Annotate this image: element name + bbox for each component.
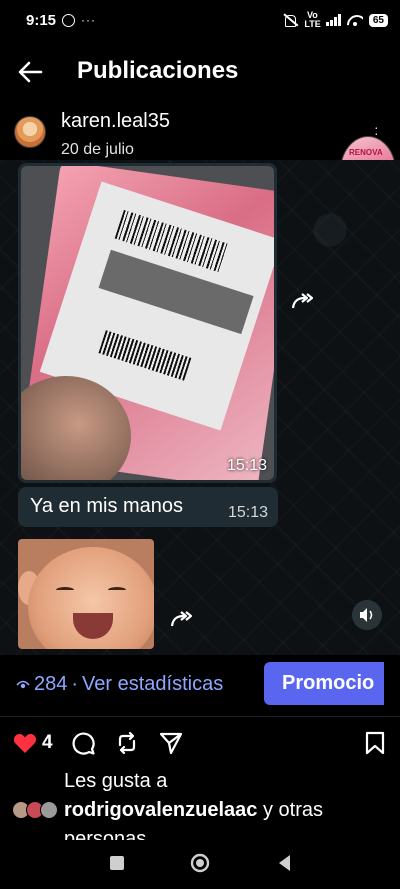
more-options-icon[interactable]: · · bbox=[374, 120, 379, 140]
comment-icon[interactable] bbox=[70, 730, 96, 756]
status-time: 9:15 bbox=[26, 11, 57, 29]
page-title: Publicaciones bbox=[77, 57, 239, 84]
liked-by-text[interactable]: rodrigovalenzuelaac y otras bbox=[64, 799, 323, 822]
barcode bbox=[98, 330, 192, 381]
mute-icon bbox=[282, 13, 298, 27]
promote-button[interactable]: Promocio bbox=[264, 662, 384, 705]
post-image[interactable]: 15:13 Ya en mis manos 15:13 bbox=[0, 160, 400, 655]
share-icon[interactable] bbox=[158, 730, 184, 756]
battery-indicator: 65 bbox=[368, 13, 388, 27]
heart-icon[interactable] bbox=[12, 730, 38, 756]
back-button[interactable] bbox=[14, 56, 46, 88]
face bbox=[28, 547, 154, 649]
label-block bbox=[98, 249, 254, 335]
message-time: 15:13 bbox=[227, 504, 268, 521]
bookmark-icon[interactable] bbox=[362, 730, 388, 756]
separator: · bbox=[71, 672, 79, 695]
package-photo bbox=[21, 166, 274, 480]
forward-icon bbox=[170, 611, 193, 627]
wifi-icon bbox=[347, 14, 363, 26]
eye-icon bbox=[16, 680, 30, 689]
liked-by-continuation: personas bbox=[64, 828, 147, 840]
liker-avatars[interactable] bbox=[12, 801, 62, 821]
chat-text-bubble: Ya en mis manos 15:13 bbox=[18, 487, 278, 527]
avatar bbox=[40, 801, 58, 819]
view-insights-label: Ver estadísticas bbox=[82, 672, 224, 695]
system-nav-bar bbox=[0, 840, 400, 889]
baby-photo bbox=[18, 539, 154, 649]
liked-by-username[interactable]: rodrigovalenzuelaac bbox=[64, 799, 257, 821]
recents-square-icon[interactable] bbox=[106, 852, 128, 874]
volte-indicator: Vo LTE bbox=[304, 10, 321, 29]
speaker-icon[interactable] bbox=[352, 600, 382, 630]
author-avatar[interactable] bbox=[14, 116, 46, 148]
eye bbox=[108, 587, 126, 593]
liked-by-suffix: y otras bbox=[257, 799, 323, 821]
forward-icon bbox=[291, 293, 314, 309]
back-triangle-icon[interactable] bbox=[274, 852, 296, 874]
more-notifications-icon: ··· bbox=[81, 13, 97, 27]
whatsapp-icon bbox=[62, 13, 76, 27]
eye bbox=[56, 587, 74, 593]
status-bar: 9:15 ··· Vo LTE 65 bbox=[0, 0, 400, 40]
likes-label: Les gusta a bbox=[64, 770, 168, 792]
header: Publicaciones bbox=[0, 50, 400, 96]
repost-icon[interactable] bbox=[114, 730, 140, 756]
view-count: 284 bbox=[34, 672, 68, 695]
mouth bbox=[73, 613, 113, 639]
insights-link[interactable]: 284 · Ver estadísticas bbox=[16, 668, 223, 700]
message-time: 15:13 bbox=[226, 457, 267, 474]
post-date: 20 de julio bbox=[61, 141, 134, 158]
home-circle-icon[interactable] bbox=[189, 852, 211, 874]
chat-photo-bubble: 15:13 bbox=[18, 163, 277, 483]
like-count[interactable]: 4 bbox=[42, 732, 53, 754]
action-bar: 4 bbox=[12, 730, 390, 758]
divider bbox=[0, 716, 400, 717]
author-username[interactable]: karen.leal35 bbox=[61, 110, 170, 133]
message-text: Ya en mis manos bbox=[30, 495, 184, 517]
signal-icon bbox=[326, 14, 341, 26]
ad-logo: RENOVA bbox=[349, 148, 383, 157]
